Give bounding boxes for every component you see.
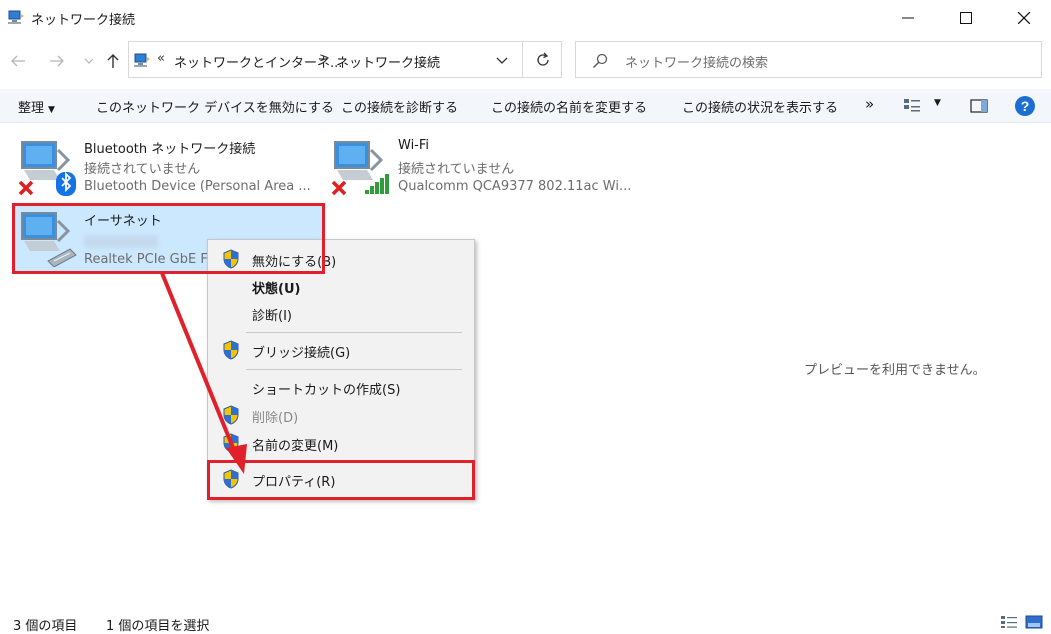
breadcrumb-network-internet[interactable]: ネットワークとインターネ... <box>174 52 342 71</box>
search-box[interactable]: ネットワーク接続の検索 <box>575 41 1042 78</box>
menu-item-status[interactable]: 状態(U) <box>208 273 474 299</box>
network-adapter-icon <box>18 141 76 196</box>
network-connections-icon <box>134 53 150 67</box>
menu-item-label: ブリッジ接続(G) <box>252 346 351 361</box>
organize-button[interactable]: 整理 ▼ <box>18 97 55 116</box>
menu-separator <box>246 369 462 370</box>
menu-item-label: 名前の変更(M) <box>252 439 339 454</box>
breadcrumb-separator[interactable]: > <box>319 51 330 66</box>
uac-shield-icon <box>223 340 239 360</box>
connection-device: Bluetooth Device (Personal Area ... <box>84 179 311 194</box>
organize-label: 整理 <box>18 101 45 116</box>
up-button[interactable] <box>102 46 124 76</box>
tiles-view-icon[interactable] <box>1025 615 1043 629</box>
menu-item-create-shortcut[interactable]: ショートカットの作成(S) <box>208 374 474 400</box>
view-status-button[interactable]: この接続の状況を表示する <box>682 97 838 116</box>
menu-item-bridge[interactable]: ブリッジ接続(G) <box>208 337 474 363</box>
close-icon <box>1018 12 1030 24</box>
connection-item-bluetooth[interactable]: Bluetooth ネットワーク接続 接続されていません Bluetooth D… <box>15 132 325 198</box>
connection-name: Bluetooth ネットワーク接続 <box>84 142 256 157</box>
details-view-icon[interactable] <box>1000 615 1018 629</box>
address-overflow[interactable]: « <box>157 51 165 66</box>
rename-button[interactable]: この接続の名前を変更する <box>491 97 647 116</box>
menu-item-diagnose[interactable]: 診断(I) <box>208 300 474 326</box>
command-bar: 整理 ▼ このネットワーク デバイスを無効にする この接続を診断する この接続の名… <box>0 89 1051 123</box>
refresh-button[interactable] <box>522 42 562 77</box>
help-button[interactable]: ? <box>1015 96 1035 116</box>
title-bar: ネットワーク接続 <box>0 0 1051 36</box>
network-connections-icon <box>8 10 24 24</box>
search-input[interactable]: ネットワーク接続の検索 <box>625 52 768 71</box>
menu-item-label: ショートカットの作成(S) <box>252 383 401 398</box>
minimize-button[interactable] <box>885 0 931 36</box>
menu-item-delete: 削除(D) <box>208 402 474 428</box>
refresh-icon <box>536 52 549 66</box>
menu-item-label: 削除(D) <box>252 411 299 426</box>
close-button[interactable] <box>1001 0 1047 36</box>
maximize-icon <box>960 12 972 24</box>
address-bar[interactable]: « ネットワークとインターネ... > ネットワーク接続 <box>128 41 562 78</box>
uac-shield-icon <box>223 433 239 453</box>
annotation-highlight-properties <box>207 460 475 500</box>
connection-status: 接続されていません <box>398 162 515 177</box>
menu-item-label: 状態(U) <box>252 282 301 297</box>
menu-separator <box>246 332 462 333</box>
uac-shield-icon <box>223 405 239 425</box>
chevron-down-icon: ▼ <box>48 105 55 115</box>
up-arrow-icon <box>107 54 119 68</box>
disable-device-button[interactable]: このネットワーク デバイスを無効にする <box>96 97 334 116</box>
forward-arrow-icon <box>50 55 64 67</box>
connection-name: Wi-Fi <box>398 138 430 153</box>
change-view-icon[interactable] <box>903 96 921 116</box>
preview-unavailable-text: プレビューを利用できません。 <box>804 363 986 378</box>
address-dropdown-icon[interactable] <box>495 53 509 67</box>
window-title: ネットワーク接続 <box>31 13 136 28</box>
connection-item-wifi[interactable]: Wi-Fi 接続されていません Qualcomm QCA9377 802.11a… <box>328 132 638 198</box>
view-options-dropdown[interactable]: ▼ <box>934 98 941 108</box>
more-commands-button[interactable]: » <box>865 95 874 113</box>
minimize-icon <box>902 17 914 19</box>
disconnected-x-icon <box>18 180 34 196</box>
maximize-button[interactable] <box>943 0 989 36</box>
disconnected-x-icon <box>331 180 347 196</box>
forward-button[interactable] <box>46 46 68 76</box>
connection-device: Qualcomm QCA9377 802.11ac Wi... <box>398 179 632 194</box>
annotation-highlight-ethernet <box>12 203 325 274</box>
preview-pane-icon[interactable] <box>970 96 988 116</box>
diagnose-button[interactable]: この接続を診断する <box>341 97 458 116</box>
chevron-down-icon <box>84 58 94 64</box>
breadcrumb-network-connections[interactable]: ネットワーク接続 <box>336 52 440 71</box>
menu-item-label: 診断(I) <box>252 309 292 324</box>
search-icon <box>593 53 608 68</box>
selected-count: 1 個の項目を選択 <box>106 619 210 634</box>
recent-locations-button[interactable] <box>78 46 100 76</box>
network-adapter-icon <box>331 141 389 196</box>
connection-status: 接続されていません <box>84 162 201 177</box>
item-count: 3 個の項目 <box>13 619 78 634</box>
menu-item-rename[interactable]: 名前の変更(M) <box>208 430 474 456</box>
back-arrow-icon <box>11 55 25 67</box>
back-button[interactable] <box>7 46 29 76</box>
